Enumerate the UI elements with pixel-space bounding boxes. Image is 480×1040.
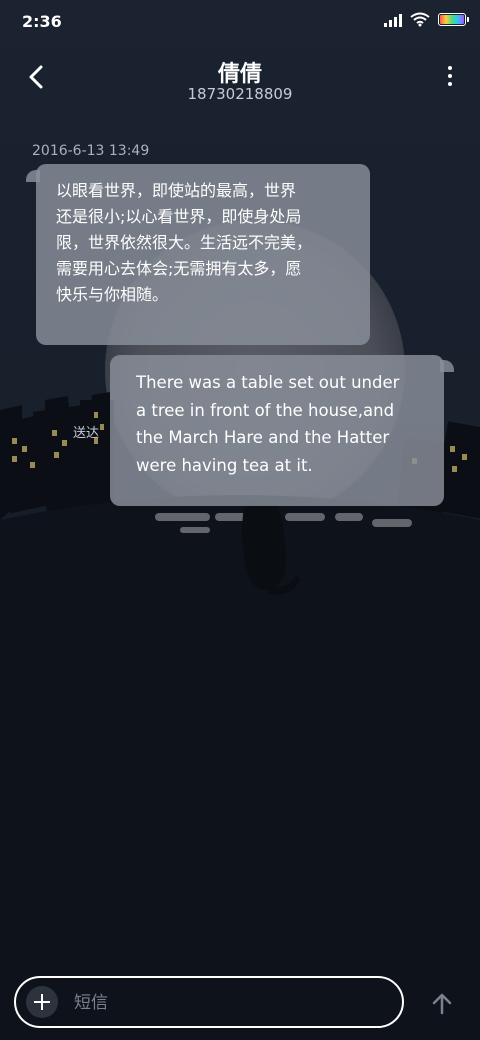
outgoing-message-bubble[interactable]: There was a table set out under a tree i… <box>110 355 444 506</box>
delivered-status: 送达 <box>73 426 100 441</box>
message-line: 限，世界依然很大。生活远不完美， <box>56 233 313 252</box>
message-line: 快乐与你相随。 <box>56 285 169 304</box>
message-input[interactable] <box>72 984 396 1022</box>
conversation-header: 倩倩 18730218809 <box>0 52 480 112</box>
message-timestamp: 2016-6-13 13:49 <box>32 143 150 159</box>
add-attachment-button[interactable] <box>26 986 58 1018</box>
battery-icon <box>438 13 469 26</box>
battery-level <box>440 15 464 24</box>
message-line: 需要用心去体会;无需拥有太多，愿 <box>56 259 302 278</box>
signal-icon <box>384 13 402 27</box>
message-line: a tree in front of the house,and <box>136 400 395 420</box>
contact-name: 倩倩 <box>217 62 262 87</box>
message-line: were having tea at it. <box>136 455 313 475</box>
message-line: 还是很小;以心看世界，即使身处局 <box>56 207 302 226</box>
hill <box>0 495 480 1040</box>
send-arrow-icon[interactable] <box>426 988 458 1020</box>
status-time: 2:36 <box>22 12 62 31</box>
message-composer <box>14 976 404 1028</box>
incoming-message-bubble[interactable]: 以眼看世界，即使站的最高，世界 还是很小;以心看世界，即使身处局 限，世界依然很… <box>36 164 370 345</box>
message-line: the March Hare and the Hatter <box>136 428 390 447</box>
status-icons <box>384 12 469 27</box>
message-line: 以眼看世界，即使站的最高，世界 <box>56 181 297 200</box>
contact-phone-number: 18730218809 <box>187 85 293 103</box>
status-bar: 2:36 <box>0 0 480 44</box>
more-options-icon[interactable] <box>446 66 454 90</box>
message-line: There was a table set out under <box>136 373 400 392</box>
wifi-icon <box>410 12 430 27</box>
